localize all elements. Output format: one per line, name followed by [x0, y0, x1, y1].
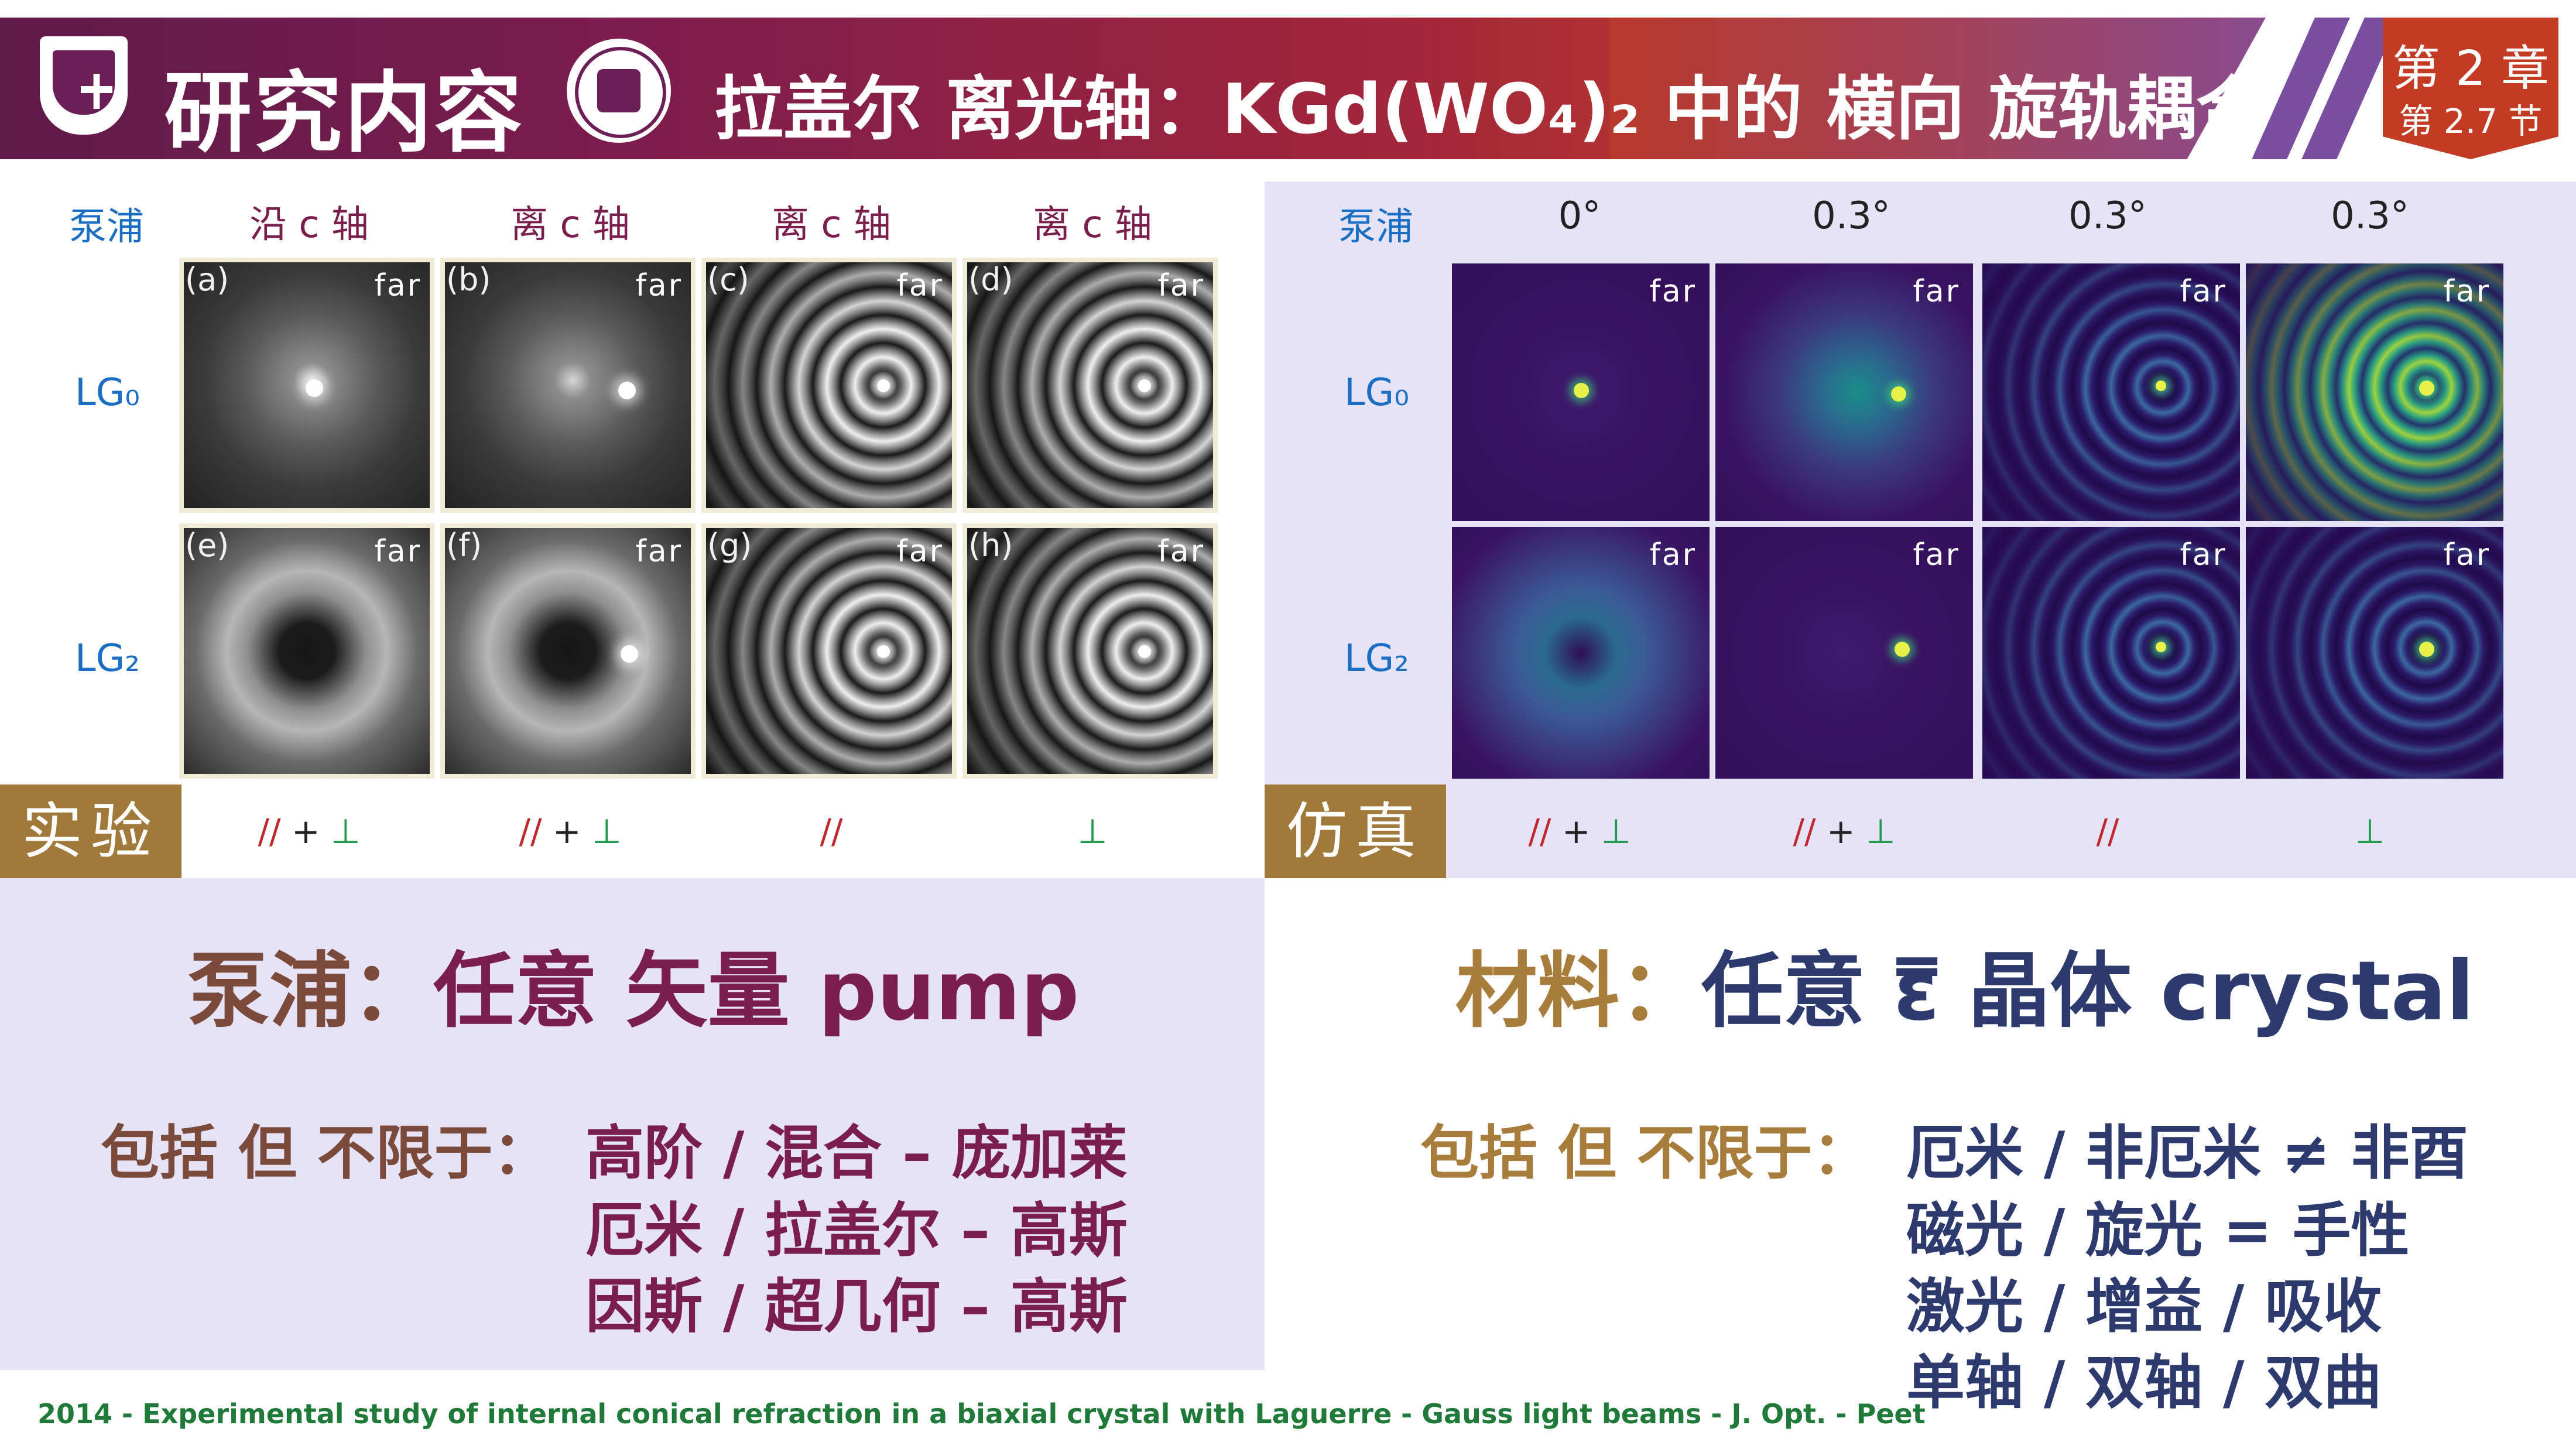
polarization-label: // + ⊥	[1793, 811, 1896, 851]
row-label-lg2: LG₂	[75, 637, 140, 680]
polarization-label: // + ⊥	[258, 811, 361, 851]
material-type-line: 磁光 / 旋光 = 手性	[1906, 1196, 2410, 1265]
far-field-label: far	[1913, 537, 1960, 573]
simulation-image-4: far	[2246, 263, 2503, 521]
panel-label: (h)	[968, 527, 1013, 564]
simulation-image-3: far	[1982, 263, 2240, 521]
experiment-column-header: 离 c 轴	[1033, 203, 1152, 246]
material-type-line: 厄米 / 非厄米 ≠ 非酉	[1906, 1119, 2468, 1187]
simulation-image-7: far	[1982, 527, 2240, 779]
experiment-image-a: (a) far	[179, 258, 434, 513]
experiment-column-header: 离 c 轴	[511, 203, 630, 246]
simulation-column-header: 0°	[1558, 194, 1601, 238]
pump-type-line: 高阶 / 混合 – 庞加莱	[585, 1119, 1128, 1187]
pump-type-line: 厄米 / 拉盖尔 – 高斯	[585, 1196, 1128, 1265]
row-label-lg0: LG₀	[75, 371, 140, 415]
section-label: 第 2.7 节	[2399, 101, 2543, 141]
panel-label: (e)	[185, 527, 229, 564]
panel-label: (c)	[707, 261, 749, 298]
far-field-label: far	[374, 534, 422, 569]
simulation-image-2: far	[1715, 263, 1973, 521]
slide-title: 拉盖尔 离光轴：KGd(WO₄)₂ 中的 横向 旋轨耦合	[714, 68, 2265, 149]
material-includes-label: 包括 但 不限于：	[1420, 1119, 1871, 1187]
panel-label: (f)	[446, 527, 482, 564]
far-field-label: far	[2180, 274, 2227, 309]
polarization-label: ⊥	[2355, 811, 2385, 851]
far-field-label: far	[1649, 274, 1697, 309]
panel-label: (b)	[446, 261, 491, 298]
pump-includes-label: 包括 但 不限于：	[101, 1119, 551, 1187]
school-emblem	[567, 39, 671, 143]
section-title: 研究内容	[164, 63, 525, 165]
far-field-label: far	[1649, 537, 1697, 573]
polarization-label: ⊥	[1077, 811, 1108, 851]
university-logo	[40, 36, 128, 135]
panel-label: (g)	[707, 527, 752, 564]
material-heading-prefix: 材料：	[1455, 944, 1702, 1039]
far-field-label: far	[1157, 268, 1205, 303]
material-heading-main: 任意 ε̿ 晶体 crystal	[1701, 944, 2475, 1039]
material-type-line: 单轴 / 双轴 / 双曲	[1906, 1348, 2382, 1417]
pump-row-header: 泵浦	[69, 205, 144, 249]
experiment-image-f: (f) far	[440, 523, 696, 779]
polarization-label: // + ⊥	[1528, 811, 1631, 851]
far-field-label: far	[1913, 274, 1960, 309]
far-field-label: far	[2180, 537, 2227, 573]
citation-footer: 2014 - Experimental study of internal co…	[37, 1398, 1926, 1430]
polarization-label: // + ⊥	[519, 811, 622, 851]
experiment-image-e: (e) far	[179, 523, 434, 779]
row-label-lg0: LG₀	[1344, 371, 1409, 415]
pump-heading-prefix: 泵浦：	[187, 944, 434, 1039]
material-heading: 材料：任意 ε̿ 晶体 crystal	[1455, 925, 2474, 1043]
chapter-label: 第 2 章	[2392, 41, 2550, 97]
experiment-image-c: (c) far	[701, 258, 957, 513]
panel-label: (a)	[185, 261, 229, 298]
chapter-badge: 第 2 章 第 2.7 节	[2383, 18, 2558, 159]
far-field-label: far	[374, 268, 422, 303]
pump-heading: 泵浦：任意 矢量 pump	[187, 925, 1079, 1043]
simulation-image-1: far	[1452, 263, 1710, 521]
experiment-image-g: (g) far	[701, 523, 957, 779]
panel-label: (d)	[968, 261, 1013, 298]
experiment-image-h: (h) far	[962, 523, 1218, 779]
simulation-column-header: 0.3°	[1812, 194, 1890, 238]
far-field-label: far	[2443, 537, 2491, 573]
far-field-label: far	[635, 268, 683, 303]
experiment-column-header: 沿 c 轴	[249, 203, 369, 246]
far-field-label: far	[635, 534, 683, 569]
simulation-column-header: 0.3°	[2068, 194, 2147, 238]
pump-type-line: 因斯 / 超几何 – 高斯	[585, 1272, 1128, 1341]
simulation-column-header: 0.3°	[2331, 194, 2409, 238]
row-label-lg2: LG₂	[1344, 637, 1409, 680]
far-field-label: far	[1157, 534, 1205, 569]
simulation-image-8: far	[2246, 527, 2503, 779]
experiment-image-d: (d) far	[962, 258, 1218, 513]
polarization-label: //	[2096, 811, 2119, 851]
simulation-tag: 仿真	[1265, 785, 1446, 878]
experiment-image-b: (b) far	[440, 258, 696, 513]
polarization-label: //	[820, 811, 843, 851]
far-field-label: far	[2443, 274, 2491, 309]
pump-heading-main: 任意 矢量 pump	[433, 944, 1080, 1039]
pump-row-header: 泵浦	[1338, 205, 1413, 249]
material-type-line: 激光 / 增益 / 吸收	[1906, 1272, 2382, 1341]
simulation-image-5: far	[1452, 527, 1710, 779]
simulation-image-6: far	[1715, 527, 1973, 779]
experiment-column-header: 离 c 轴	[772, 203, 891, 246]
far-field-label: far	[896, 268, 944, 303]
far-field-label: far	[896, 534, 944, 569]
slide-header: 研究内容 拉盖尔 离光轴：KGd(WO₄)₂ 中的 横向 旋轨耦合 第 2 章 …	[0, 0, 2576, 165]
experiment-tag: 实验	[0, 785, 181, 878]
